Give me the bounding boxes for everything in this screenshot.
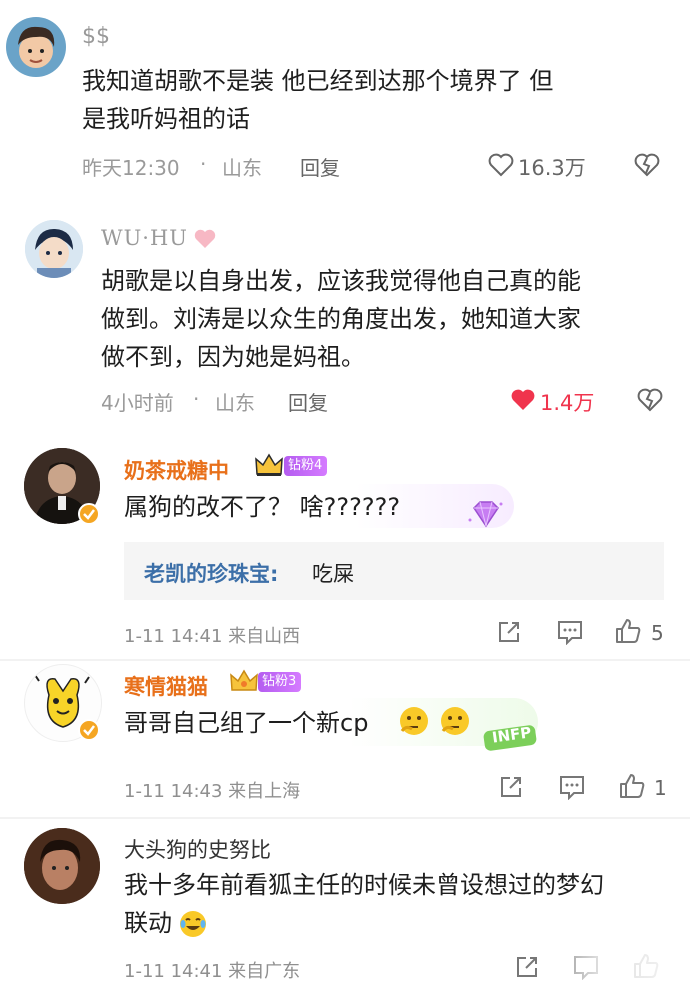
username[interactable]: WU·HU [101,226,188,250]
comment-text-line: 胡歌是以自身出发，应该我觉得他自己真的能 [101,267,581,295]
comment-text-line: 是我听妈祖的话 [82,105,250,133]
comment-text: 属狗的改不了？ 啥?????? [124,493,401,521]
heart-filled-icon[interactable] [510,388,536,416]
avatar[interactable] [25,220,83,278]
thinking-emoji-icon [439,705,471,741]
like-count: 5 [651,621,664,645]
heart-outline-icon[interactable] [488,153,514,181]
username[interactable]: 大头狗的史努比 [124,834,271,864]
location: 山东 [222,156,262,180]
avatar[interactable] [6,17,66,77]
verified-badge-icon [78,503,100,529]
share-icon[interactable] [496,619,522,649]
timestamp-location: 1-11 14:43 来自上海 [124,781,301,802]
reply-button[interactable]: 回复 [288,387,328,416]
comment-text-line: 做不到，因为她是妈祖。 [101,343,365,371]
comment-text: 哥哥自己组了一个新cp [124,709,369,737]
dot-separator: · [200,152,207,176]
username[interactable]: 奶茶戒糖中 [124,455,229,485]
timestamp-location: 1-11 14:41 来自广东 [124,961,301,982]
quoted-text: 吃屎 [312,562,354,586]
fan-level-badge: 钻粉3 [258,672,302,692]
comment-text-line: 我十多年前看狐主任的时候未曾设想过的梦幻 [124,871,604,899]
quoted-username[interactable]: 老凯的珍珠宝: [144,558,278,588]
thumbs-up-icon[interactable] [614,617,642,649]
divider [0,659,690,661]
watermark-overlay [536,950,690,998]
dot-separator: · [193,387,200,411]
diamond-icon [466,498,506,538]
share-icon[interactable] [498,774,524,804]
verified-badge-icon [78,719,100,745]
crown-icon [229,668,259,698]
location: 山东 [215,391,255,415]
comment-text-line: 我知道胡歌不是装 他已经到达那个境界了 但 [82,67,554,95]
like-count: 1.4万 [540,391,595,415]
comment-icon[interactable] [558,774,586,804]
pink-heart-icon [193,228,217,254]
thumbs-up-icon[interactable] [618,772,646,804]
like-count: 16.3万 [518,156,586,180]
quoted-reply[interactable]: 老凯的珍珠宝: 吃屎 [124,542,664,600]
thinking-emoji-icon [398,705,430,741]
reply-button[interactable]: 回复 [300,152,340,181]
comment-text-line: 联动 [124,909,172,937]
comment-icon[interactable] [556,619,584,649]
crown-icon [254,452,284,482]
broken-heart-icon[interactable] [637,388,663,416]
fan-level-badge: 钻粉4 [284,456,328,476]
divider [0,817,690,819]
infp-sticker: INFP [482,718,538,752]
timestamp: 4小时前 [101,391,174,415]
crying-laughing-emoji-icon [178,909,208,943]
broken-heart-icon[interactable] [634,153,660,181]
timestamp: 昨天12:30 [82,156,180,180]
timestamp-location: 1-11 14:41 来自山西 [124,626,301,647]
username[interactable]: $$ [82,24,110,49]
like-count: 1 [654,776,667,800]
username[interactable]: 寒情猫猫 [124,671,208,701]
comment-text-line: 做到。刘涛是以众生的角度出发，她知道大家 [101,305,581,333]
avatar[interactable] [24,828,100,904]
